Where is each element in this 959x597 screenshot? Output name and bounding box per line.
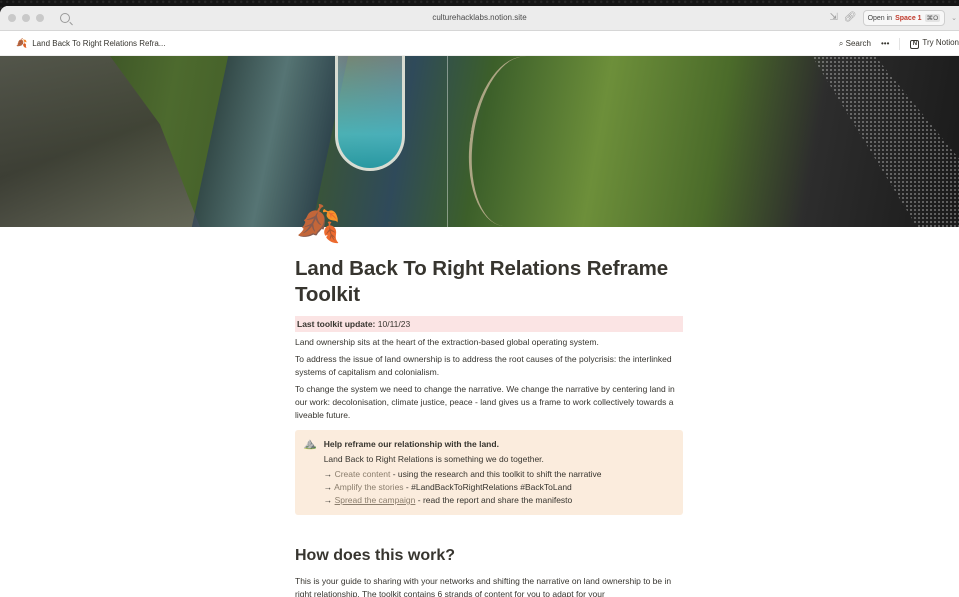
search-icon: ⌕: [838, 38, 844, 48]
cover-image: [0, 56, 959, 227]
paragraph: To change the system we need to change t…: [295, 384, 675, 420]
autumn-leaf-icon: 🍂: [16, 37, 28, 48]
open-in-label: Open in: [867, 14, 893, 22]
mountain-icon: ⛰️: [303, 438, 317, 450]
list-item: → Amplify the stories - #LandBackToRight…: [324, 481, 675, 494]
toolbar-divider: [899, 37, 901, 50]
list-item-text: - #LandBackToRightRelations #BackToLand: [403, 482, 572, 492]
create-content-link[interactable]: Create content: [335, 469, 391, 479]
search-button[interactable]: ⌕ Search: [839, 39, 871, 49]
list-item-text: - read the report and share the manifest…: [415, 495, 573, 505]
chevron-down-icon[interactable]: ⌄: [951, 14, 959, 22]
shortcut-hint: ⌘O: [924, 14, 941, 22]
page-title: Land Back To Right Relations Reframe Too…: [295, 257, 669, 306]
cover-road-shape: [458, 56, 572, 227]
callout-title: Help reframe our relationship with the l…: [323, 439, 499, 449]
notion-logo-icon: N: [910, 39, 920, 49]
update-date: 10/11/23: [375, 319, 411, 329]
paragraph: To address the issue of land ownership i…: [295, 354, 672, 377]
list-item: → Spread the campaign - read the report …: [324, 494, 675, 507]
extension-icon[interactable]: ⇲: [829, 10, 837, 26]
amplify-stories-link[interactable]: Amplify the stories: [334, 482, 403, 492]
cover-river-shape: [191, 56, 349, 227]
close-window-button[interactable]: [8, 14, 16, 22]
notion-topbar: 🍂 Land Back To Right Relations Refra... …: [0, 31, 959, 56]
url-bar[interactable]: culturehacklabs.notion.site: [0, 13, 959, 22]
list-item-text: - using the research and this toolkit to…: [390, 469, 602, 479]
more-options-button[interactable]: •••: [881, 39, 889, 48]
browser-window: culturehacklabs.notion.site ⇲ 🔗︎ Open in…: [0, 6, 959, 597]
update-highlight: Last toolkit update: 10/11/23: [295, 316, 683, 332]
breadcrumb[interactable]: 🍂 Land Back To Right Relations Refra...: [16, 38, 165, 49]
cover-vial-shape: [335, 56, 405, 171]
spread-campaign-link[interactable]: Spread the campaign: [335, 495, 416, 505]
search-label: Search: [845, 38, 871, 48]
link-icon[interactable]: 🔗︎: [844, 10, 857, 26]
zoom-window-button[interactable]: [36, 14, 44, 22]
arrow-icon: →: [323, 469, 335, 479]
try-notion-label: Try Notion: [922, 38, 959, 48]
breadcrumb-page-title: Land Back To Right Relations Refra...: [32, 38, 166, 48]
update-label: Last toolkit update:: [297, 319, 376, 329]
callout-list: → Create content - using the research an…: [324, 468, 675, 507]
try-notion-button[interactable]: N Try Notion: [910, 38, 959, 49]
cover-hand-shape: [0, 56, 200, 227]
arrow-icon: →: [323, 495, 335, 505]
search-icon[interactable]: [60, 13, 70, 23]
cover-seam: [447, 56, 448, 227]
minimize-window-button[interactable]: [22, 14, 30, 22]
list-item: → Create content - using the research an…: [324, 468, 675, 481]
open-in-space-button[interactable]: Open in Space 1 ⌘O: [862, 10, 946, 26]
callout-subtitle: Land Back to Right Relations is somethin…: [323, 454, 544, 464]
arrow-icon: →: [323, 482, 335, 492]
window-controls: [8, 14, 44, 22]
section-heading: How does this work?: [295, 547, 456, 564]
page-leaf-icon[interactable]: 🍂: [296, 206, 341, 242]
section-paragraph: This is your guide to sharing with your …: [295, 576, 672, 597]
space-name: Space 1: [895, 14, 922, 22]
callout-block: ⛰️ Help reframe our relationship with th…: [295, 430, 683, 515]
paragraph: Land ownership sits at the heart of the …: [295, 337, 599, 347]
browser-title-bar: culturehacklabs.notion.site ⇲ 🔗︎ Open in…: [0, 6, 959, 31]
cover-dot-pattern: [812, 56, 959, 227]
page-content: Land Back To Right Relations Reframe Too…: [295, 256, 683, 597]
